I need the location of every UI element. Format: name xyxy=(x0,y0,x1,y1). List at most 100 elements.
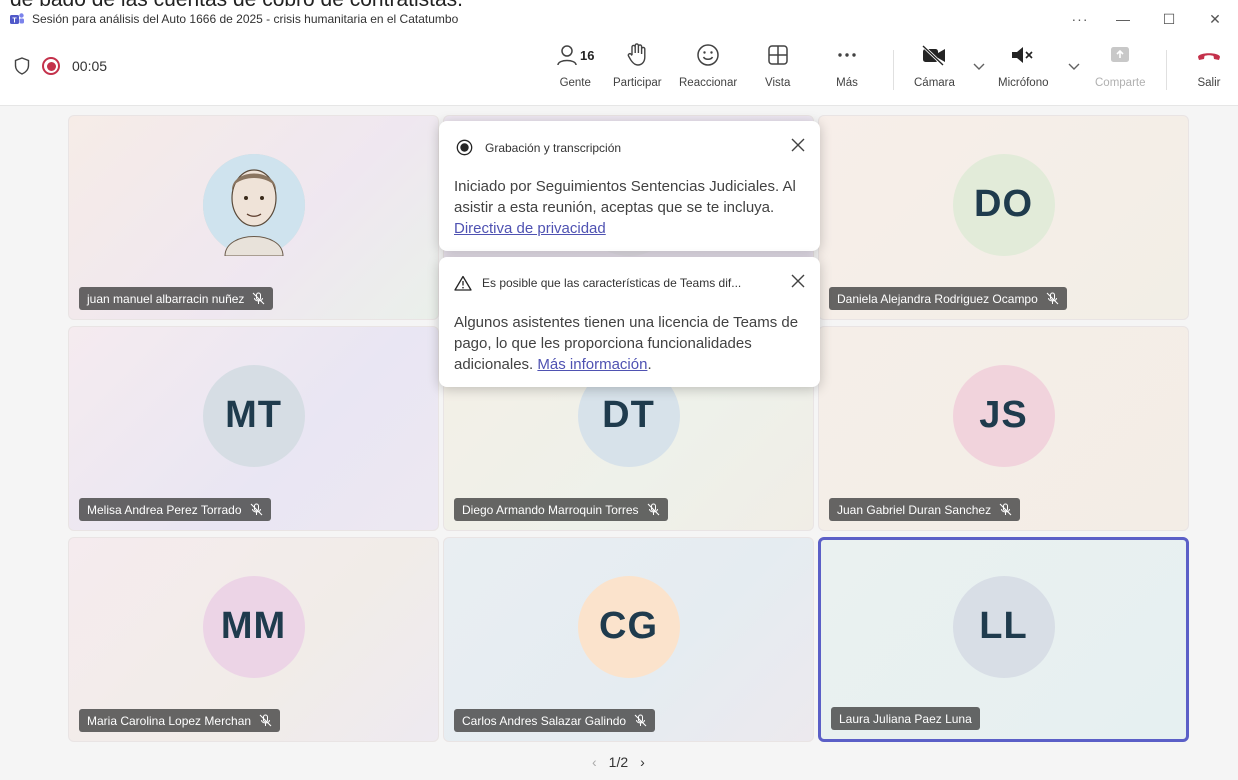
camera-label: Cámara xyxy=(914,77,955,89)
leave-button[interactable]: Salir xyxy=(1196,42,1222,98)
title-bar: T Sesión para análisis del Auto 1666 de … xyxy=(0,6,1238,32)
emoji-icon xyxy=(697,44,719,66)
recording-popup-title: Grabación y transcripción xyxy=(485,140,622,155)
license-notice-popup: Es posible que las características de Te… xyxy=(439,257,820,387)
avatar-initials: JS xyxy=(979,394,1028,436)
participate-label: Participar xyxy=(613,77,662,89)
react-label: Reaccionar xyxy=(679,77,738,89)
participant-name-tag: Carlos Andres Salazar Galindo xyxy=(454,709,656,732)
mic-muted-icon xyxy=(253,292,265,305)
participant-name-tag: Maria Carolina Lopez Merchan xyxy=(79,709,281,732)
teams-meeting-window: T Sesión para análisis del Auto 1666 de … xyxy=(0,6,1238,780)
license-popup-title: Es posible que las características de Te… xyxy=(482,276,742,290)
privacy-policy-link[interactable]: Directiva de privacidad xyxy=(454,220,606,237)
participant-name-tag: Diego Armando Marroquin Torres xyxy=(454,498,668,521)
more-button[interactable]: Más xyxy=(836,42,858,98)
avatar: JS xyxy=(952,364,1055,467)
avatar: MT xyxy=(202,364,305,467)
share-button[interactable]: Comparte xyxy=(1095,42,1146,98)
window-title: Sesión para análisis del Auto 1666 de 20… xyxy=(32,12,459,26)
license-popup-suffix: . xyxy=(647,356,652,373)
people-button[interactable]: 16 Gente xyxy=(556,42,594,98)
avatar-initials: DO xyxy=(974,183,1033,225)
participant-name: Melisa Andrea Perez Torrado xyxy=(87,502,242,517)
camera-off-icon xyxy=(922,44,946,66)
close-icon[interactable] xyxy=(790,273,806,289)
pagination: ‹ 1/2 › xyxy=(592,754,645,770)
participant-name: Maria Carolina Lopez Merchan xyxy=(87,713,252,728)
mic-muted-icon xyxy=(1046,292,1059,305)
participant-tile[interactable]: MM Maria Carolina Lopez Merchan xyxy=(68,537,439,742)
people-label: Gente xyxy=(559,77,591,89)
view-button[interactable]: Vista xyxy=(765,42,790,98)
meeting-timer: 00:05 xyxy=(72,58,108,74)
participant-name: Diego Armando Marroquin Torres xyxy=(462,502,639,517)
avatar: LL xyxy=(952,575,1055,678)
avatar: CG xyxy=(577,575,680,678)
view-label: Vista xyxy=(765,77,791,89)
window-more-button[interactable]: ··· xyxy=(1060,6,1100,32)
recording-icon xyxy=(456,139,473,156)
participant-tile[interactable]: LL Laura Juliana Paez Luna xyxy=(818,537,1189,742)
mic-muted-icon xyxy=(647,503,659,516)
recording-notice-popup: Grabación y transcripción Iniciado por S… xyxy=(439,121,820,251)
participant-name-tag: Laura Juliana Paez Luna xyxy=(831,707,980,730)
recording-popup-body: Iniciado por Seguimientos Sentencias Jud… xyxy=(454,178,796,216)
mic-muted-icon xyxy=(999,503,1012,516)
svg-text:T: T xyxy=(12,18,17,25)
mic-label: Micrófono xyxy=(998,77,1049,89)
page-indicator: 1/2 xyxy=(608,754,629,770)
close-icon[interactable] xyxy=(790,137,806,153)
participate-button[interactable]: Participar xyxy=(613,42,662,98)
speaker-muted-icon xyxy=(1012,47,1033,63)
avatar: DO xyxy=(952,153,1055,256)
share-screen-icon xyxy=(1111,47,1130,62)
participant-tile[interactable]: JS Juan Gabriel Duran Sanchez xyxy=(818,326,1189,531)
close-window-button[interactable]: ✕ xyxy=(1192,6,1238,32)
toolbar-divider-2 xyxy=(1166,50,1167,90)
avatar-initials: DT xyxy=(602,394,655,436)
people-count: 16 xyxy=(580,47,595,63)
mic-muted-icon xyxy=(259,714,272,727)
participant-tile[interactable]: DO Daniela Alejandra Rodriguez Ocampo xyxy=(818,115,1189,320)
participant-name-tag: Juan Gabriel Duran Sanchez xyxy=(829,498,1021,521)
participant-name: Daniela Alejandra Rodriguez Ocampo xyxy=(837,291,1038,306)
raise-hand-icon xyxy=(627,43,646,66)
maximize-button[interactable]: ☐ xyxy=(1146,6,1192,32)
grid-view-icon xyxy=(767,45,788,65)
mic-muted-icon xyxy=(634,714,647,727)
toolbar-divider xyxy=(893,50,894,90)
participant-name: Juan Gabriel Duran Sanchez xyxy=(837,502,992,517)
camera-button[interactable]: Cámara xyxy=(914,42,955,98)
hang-up-icon xyxy=(1198,53,1220,60)
avatar-initials: MM xyxy=(220,605,287,647)
participant-name-tag: Daniela Alejandra Rodriguez Ocampo xyxy=(829,287,1067,310)
mic-muted-icon xyxy=(250,503,262,516)
mic-button[interactable]: Micrófono xyxy=(998,42,1049,98)
minimize-button[interactable]: — xyxy=(1100,6,1146,32)
more-info-link[interactable]: Más información xyxy=(537,356,647,373)
participant-name-tag: juan manuel albarracin nuñez xyxy=(79,287,274,310)
mic-options-chevron-icon[interactable] xyxy=(1068,62,1080,74)
participant-name: Laura Juliana Paez Luna xyxy=(839,711,972,726)
warning-icon xyxy=(454,275,472,291)
participant-tile[interactable]: juan manuel albarracin nuñez xyxy=(68,115,439,320)
avatar-initials: CG xyxy=(599,605,658,647)
leave-label: Salir xyxy=(1197,77,1221,89)
avatar-initials: LL xyxy=(979,605,1028,647)
previous-page-button[interactable]: ‹ xyxy=(592,754,597,770)
avatar: MM xyxy=(202,575,305,678)
next-page-button[interactable]: › xyxy=(640,754,645,770)
react-button[interactable]: Reaccionar xyxy=(679,42,737,98)
teams-app-icon: T xyxy=(10,13,24,25)
participant-tile[interactable]: MT Melisa Andrea Perez Torrado xyxy=(68,326,439,531)
shield-icon[interactable] xyxy=(14,57,30,75)
recording-icon xyxy=(42,57,60,75)
more-label: Más xyxy=(836,77,858,89)
participant-tile[interactable]: CG Carlos Andres Salazar Galindo xyxy=(443,537,814,742)
meeting-toolbar: 00:05 16 Gente Participar Reaccionar Vis… xyxy=(0,32,1238,106)
participant-name: juan manuel albarracin nuñez xyxy=(87,291,245,306)
participant-name-tag: Melisa Andrea Perez Torrado xyxy=(79,498,271,521)
meeting-status: 00:05 xyxy=(14,57,107,75)
camera-options-chevron-icon[interactable] xyxy=(973,62,985,74)
